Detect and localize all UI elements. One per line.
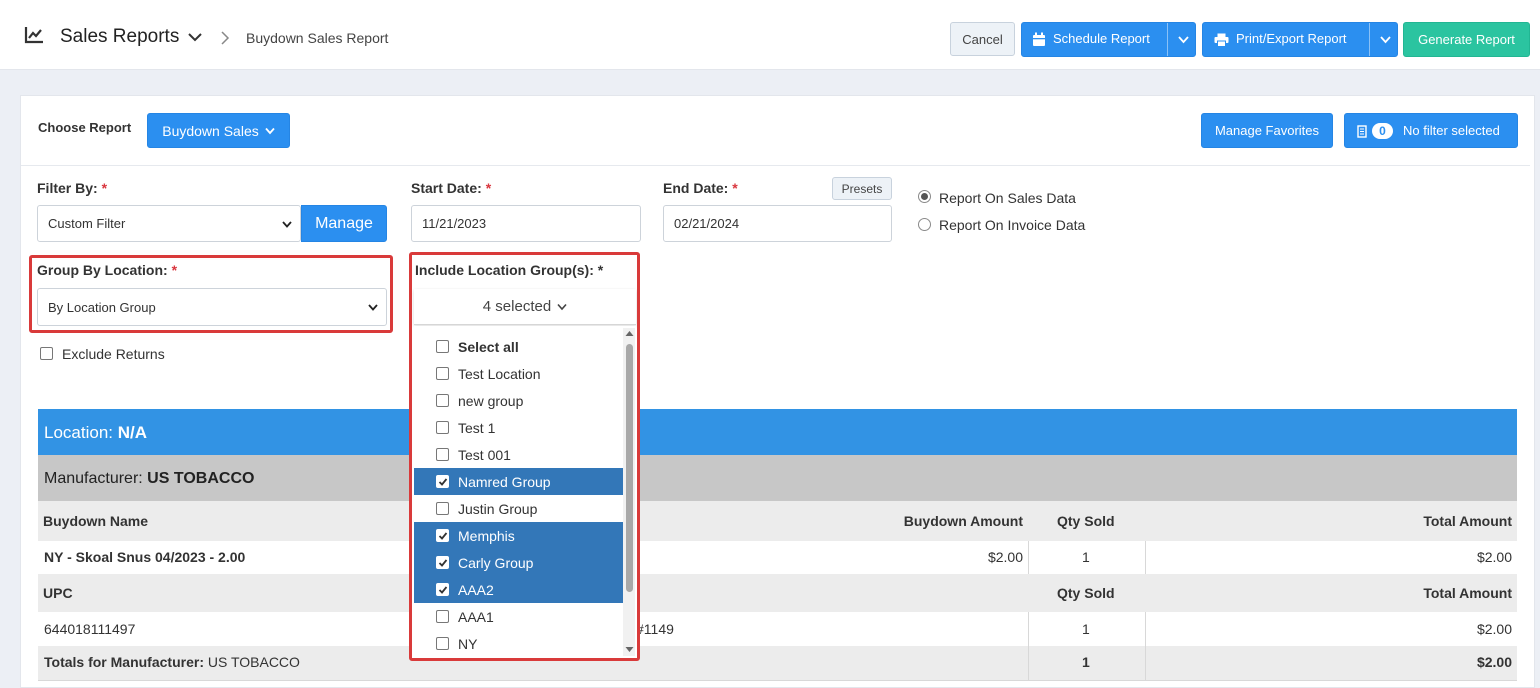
group-by-location-label: Group By Location: * bbox=[37, 262, 178, 278]
description-cell: #1149 bbox=[636, 621, 674, 637]
location-value: N/A bbox=[117, 423, 148, 442]
chevron-down-icon[interactable] bbox=[1178, 35, 1189, 45]
filter-by-label: Filter By: * bbox=[37, 180, 108, 196]
table-row: 644018111497 #1149 1 $2.00 bbox=[38, 612, 1517, 646]
chevron-right-icon bbox=[221, 31, 230, 45]
qty-sold-cell: 1 bbox=[1082, 549, 1090, 565]
manage-favorites-button[interactable]: Manage Favorites bbox=[1201, 113, 1333, 148]
qty-sold-cell: 1 bbox=[1082, 621, 1090, 637]
manufacturer-value: US TOBACCO bbox=[147, 470, 255, 487]
table-row: NY - Skoal Snus 04/2023 - 2.00 $2.00 1 $… bbox=[38, 541, 1517, 574]
totals-qty: 1 bbox=[1082, 654, 1090, 670]
totals-amount: $2.00 bbox=[1476, 654, 1512, 670]
col-buydown-name: Buydown Name bbox=[43, 513, 149, 529]
presets-button[interactable]: Presets bbox=[832, 177, 892, 200]
sales-data-radio-label[interactable]: Report On Sales Data bbox=[939, 190, 1076, 206]
col-qty-sold: Qty Sold bbox=[1057, 513, 1115, 529]
totals-manufacturer: US TOBACCO bbox=[207, 654, 300, 670]
location-label: Location: bbox=[44, 423, 113, 442]
print-export-label: Print/Export Report bbox=[1236, 31, 1347, 46]
exclude-returns-label[interactable]: Exclude Returns bbox=[62, 346, 165, 362]
filter-count-badge: 0 bbox=[1372, 123, 1393, 139]
end-date-input[interactable]: 02/21/2024 bbox=[663, 205, 892, 242]
sales-data-radio[interactable] bbox=[918, 190, 931, 203]
breadcrumb: Buydown Sales Report bbox=[246, 30, 389, 46]
invoice-data-radio-label[interactable]: Report On Invoice Data bbox=[939, 217, 1085, 233]
total-amount-cell: $2.00 bbox=[1476, 621, 1512, 637]
print-export-button[interactable]: Print/Export Report bbox=[1202, 22, 1398, 57]
printer-icon bbox=[1214, 33, 1229, 50]
chevron-down-icon[interactable] bbox=[187, 30, 203, 44]
col-buydown-amount: Buydown Amount bbox=[903, 513, 1023, 529]
schedule-report-label: Schedule Report bbox=[1053, 31, 1150, 46]
group-by-location-select[interactable]: By Location Group bbox=[37, 288, 387, 326]
schedule-report-button[interactable]: Schedule Report bbox=[1021, 22, 1196, 57]
end-date-label: End Date: * bbox=[663, 180, 738, 196]
col-upc: UPC bbox=[43, 585, 73, 601]
col-qty-sold-2: Qty Sold bbox=[1057, 585, 1115, 601]
generate-report-button[interactable]: Generate Report bbox=[1403, 22, 1530, 57]
buydown-table-header: Buydown Name Buydown Amount Qty Sold Tot… bbox=[38, 501, 1517, 541]
chevron-down-icon bbox=[368, 304, 378, 311]
manufacturer-header-bar: Manufacturer: US TOBACCO bbox=[38, 455, 1517, 501]
line-chart-icon bbox=[24, 27, 43, 44]
manage-filter-button[interactable]: Manage bbox=[301, 205, 387, 242]
filter-status-button[interactable]: 0 No filter selected bbox=[1344, 113, 1518, 148]
buydown-name-cell: NY - Skoal Snus 04/2023 - 2.00 bbox=[44, 549, 246, 565]
upc-cell: 644018111497 bbox=[44, 621, 136, 637]
page-title[interactable]: Sales Reports bbox=[60, 26, 179, 48]
col-total-amount-2: Total Amount bbox=[1423, 585, 1512, 601]
include-groups-highlight bbox=[409, 252, 640, 661]
totals-row: Totals for Manufacturer: US TOBACCO 1 $2… bbox=[38, 646, 1517, 680]
chevron-down-icon bbox=[282, 221, 292, 228]
calendar-icon bbox=[1032, 32, 1046, 50]
start-date-input[interactable]: 11/21/2023 bbox=[411, 205, 641, 242]
exclude-returns-checkbox[interactable] bbox=[40, 347, 53, 360]
location-header-bar: Location: N/A bbox=[38, 409, 1517, 455]
upc-table-header: UPC Qty Sold Total Amount bbox=[38, 574, 1517, 612]
top-bar: Sales Reports Buydown Sales Report Cance… bbox=[0, 0, 1540, 70]
filter-by-select[interactable]: Custom Filter bbox=[37, 205, 301, 242]
start-date-label: Start Date: * bbox=[411, 180, 492, 196]
totals-label: Totals for Manufacturer: bbox=[44, 654, 204, 670]
cancel-button[interactable]: Cancel bbox=[950, 22, 1015, 56]
choose-report-label: Choose Report bbox=[38, 120, 132, 135]
chevron-down-icon[interactable] bbox=[1380, 35, 1391, 45]
invoice-data-radio[interactable] bbox=[918, 218, 931, 231]
filter-status-label: No filter selected bbox=[1403, 123, 1500, 138]
document-icon bbox=[1357, 125, 1367, 138]
report-selector-button[interactable]: Buydown Sales bbox=[147, 113, 290, 148]
chevron-down-icon bbox=[265, 127, 275, 134]
report-selector-label: Buydown Sales bbox=[162, 122, 259, 139]
manufacturer-label: Manufacturer: bbox=[44, 470, 143, 487]
buydown-amount-cell: $2.00 bbox=[987, 549, 1023, 565]
col-total-amount: Total Amount bbox=[1423, 513, 1512, 529]
total-amount-cell: $2.00 bbox=[1476, 549, 1512, 565]
